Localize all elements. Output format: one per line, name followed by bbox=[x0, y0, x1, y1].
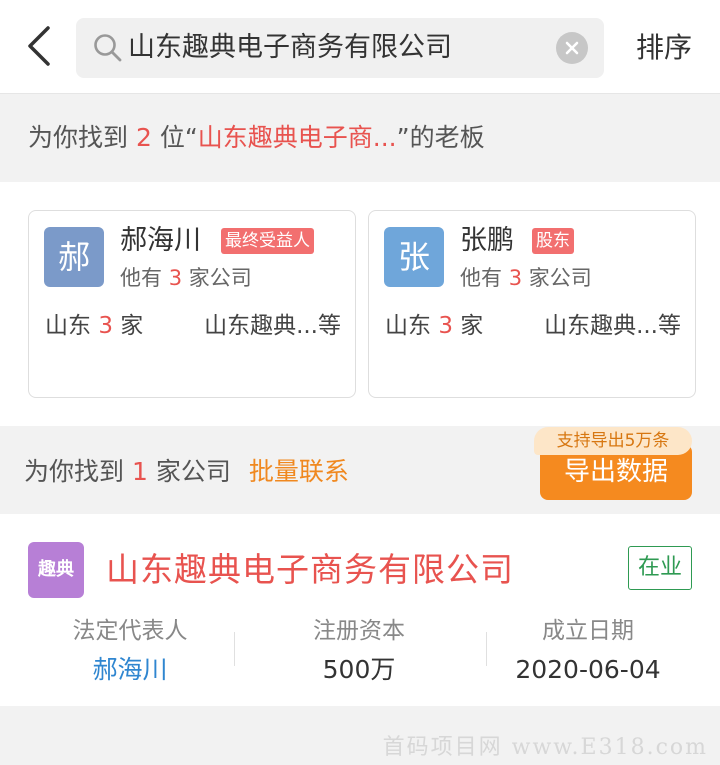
region-unit: 家 bbox=[120, 313, 144, 339]
stat-value: 500万 bbox=[322, 655, 396, 684]
boss-name: 张鹏 bbox=[460, 225, 514, 256]
boss-region: 山东 3 家 bbox=[45, 311, 143, 341]
sub-prefix: 他有 bbox=[120, 266, 162, 290]
stat-label: 成立日期 bbox=[542, 618, 634, 644]
company-card[interactable]: 趣典 山东趣典电子商务有限公司 在业 法定代表人 郝海川 注册资本 500万 成… bbox=[0, 514, 720, 706]
boss-name: 郝海川 bbox=[120, 225, 201, 256]
region-name: 山东 bbox=[45, 313, 91, 339]
boss-list: 郝 郝海川 最终受益人 他有 3 家公司 山东 3 家 山东趣典...等 张 张… bbox=[0, 182, 720, 426]
stat-capital: 注册资本 500万 bbox=[249, 614, 469, 690]
summary-middle: 位“ bbox=[159, 123, 198, 152]
status-badge: 在业 bbox=[628, 546, 692, 590]
search-box[interactable]: 山东趣典电子商务有限公司 bbox=[76, 18, 604, 78]
back-icon[interactable] bbox=[22, 24, 58, 68]
boss-count: 2 bbox=[135, 123, 152, 152]
stat-label: 法定代表人 bbox=[72, 618, 188, 644]
stat-value: 2020-06-04 bbox=[515, 655, 661, 684]
avatar: 张 bbox=[384, 227, 444, 287]
stat-founded: 成立日期 2020-06-04 bbox=[478, 614, 698, 690]
boss-company-count: 他有 3 家公司 bbox=[460, 263, 592, 293]
boss-company-count: 他有 3 家公司 bbox=[120, 263, 252, 293]
company-result-count: 1 bbox=[131, 457, 148, 486]
search-icon bbox=[92, 32, 124, 64]
divider bbox=[234, 632, 235, 666]
summary-prefix: 为你找到 bbox=[24, 457, 125, 486]
boss-companies: 山东趣典...等 bbox=[544, 313, 681, 339]
summary-keyword: 山东趣典电子商... bbox=[197, 123, 397, 152]
export-tip-bubble: 支持导出5万条 bbox=[534, 427, 692, 455]
sub-prefix: 他有 bbox=[460, 266, 502, 290]
sort-button[interactable]: 排序 bbox=[636, 28, 692, 68]
batch-contact-link[interactable]: 批量联系 bbox=[249, 457, 349, 486]
legal-rep-link[interactable]: 郝海川 bbox=[20, 650, 240, 690]
region-count: 3 bbox=[98, 313, 113, 339]
region-count: 3 bbox=[438, 313, 453, 339]
company-logo: 趣典 bbox=[28, 542, 84, 598]
company-count: 3 bbox=[508, 266, 523, 290]
watermark: 首码项目网 www.E318.com bbox=[382, 735, 708, 760]
summary-prefix: 为你找到 bbox=[28, 123, 129, 152]
stat-legal-rep: 法定代表人 郝海川 bbox=[20, 614, 240, 690]
region-unit: 家 bbox=[460, 313, 484, 339]
sub-suffix: 家公司 bbox=[528, 266, 592, 290]
sub-suffix: 家公司 bbox=[188, 266, 252, 290]
boss-region: 山东 3 家 bbox=[385, 311, 483, 341]
stat-label: 注册资本 bbox=[313, 618, 405, 644]
summary-suffix: 家公司 bbox=[155, 457, 231, 486]
company-result-summary: 为你找到 1 家公司 批量联系 bbox=[24, 452, 349, 492]
summary-suffix: ”的老板 bbox=[396, 123, 485, 152]
region-name: 山东 bbox=[385, 313, 431, 339]
boss-result-summary: 为你找到 2 位“山东趣典电子商...”的老板 bbox=[28, 118, 485, 158]
company-name[interactable]: 山东趣典电子商务有限公司 bbox=[106, 548, 514, 592]
role-badge: 最终受益人 bbox=[221, 228, 314, 254]
top-bar: 山东趣典电子商务有限公司 排序 bbox=[0, 0, 720, 94]
clear-icon[interactable] bbox=[556, 32, 588, 64]
company-count: 3 bbox=[168, 266, 183, 290]
boss-companies: 山东趣典...等 bbox=[204, 313, 341, 339]
avatar: 郝 bbox=[44, 227, 104, 287]
role-badge: 股东 bbox=[532, 228, 574, 254]
search-input[interactable]: 山东趣典电子商务有限公司 bbox=[128, 18, 452, 78]
boss-card[interactable]: 张 张鹏 股东 他有 3 家公司 山东 3 家 山东趣典...等 bbox=[368, 210, 696, 398]
boss-card[interactable]: 郝 郝海川 最终受益人 他有 3 家公司 山东 3 家 山东趣典...等 bbox=[28, 210, 356, 398]
